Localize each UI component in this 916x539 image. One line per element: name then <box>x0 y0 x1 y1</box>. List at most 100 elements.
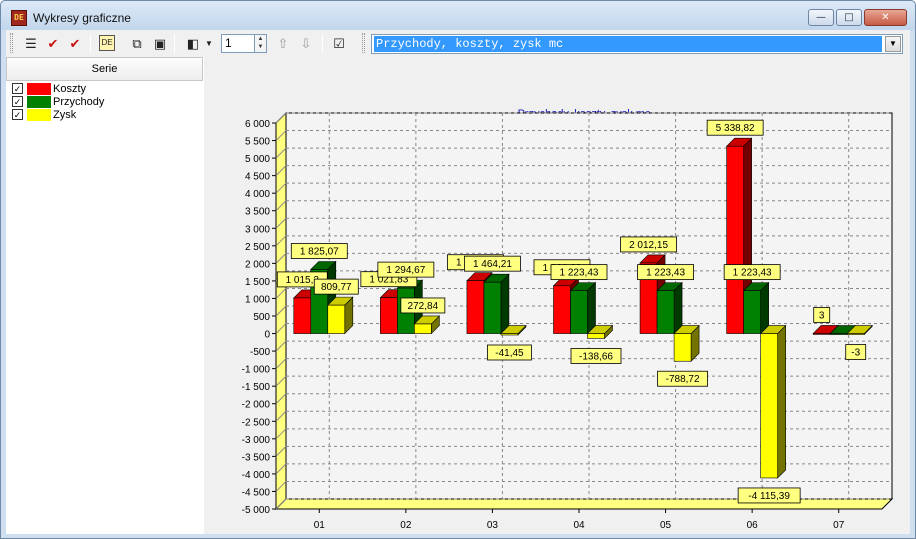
y-tick-label: 5 500 <box>245 137 270 148</box>
chart-selector-value[interactable]: Przychody, koszty, zysk mc <box>374 36 882 52</box>
de-icon[interactable]: DE <box>99 35 115 51</box>
series-panel: Serie ✓ Koszty ✓ Przychody ✓ Zysk <box>6 57 204 534</box>
x-tick-label: 06 <box>747 520 759 531</box>
check-icon[interactable]: ✔ <box>64 33 86 54</box>
series-color-swatch <box>27 96 51 108</box>
data-label: 809,77 <box>321 282 352 293</box>
window-title: Wykresy graficzne <box>33 11 131 25</box>
close-button[interactable]: ✕ <box>864 9 907 26</box>
series-spin-input[interactable]: 1 <box>221 34 255 53</box>
arrow-down-icon[interactable]: ⇩ <box>295 33 317 54</box>
chevron-down-icon[interactable]: ▼ <box>885 36 901 52</box>
bar <box>570 290 588 334</box>
series-item-koszty[interactable]: ✓ Koszty <box>10 83 200 96</box>
app-icon: DE <box>11 10 27 26</box>
bar <box>327 304 346 334</box>
series-checkbox[interactable]: ✓ <box>12 96 23 107</box>
maximize-button[interactable]: □ <box>836 9 862 26</box>
y-tick-label: 4 500 <box>245 172 270 183</box>
y-tick-label: 5 000 <box>245 154 270 165</box>
minimize-button[interactable]: — <box>808 9 834 26</box>
y-tick-label: -1 000 <box>242 365 271 376</box>
bar-side <box>777 324 786 479</box>
series-item-przychody[interactable]: ✓ Przychody <box>10 96 200 109</box>
chart-area: Przychody, koszty, zysk mc6 0005 5005 00… <box>204 57 910 534</box>
checklist-icon[interactable]: ☑ <box>328 33 350 54</box>
bar <box>726 145 744 334</box>
series-checkbox[interactable]: ✓ <box>12 83 23 94</box>
bar <box>812 333 831 335</box>
data-label: 1 825,07 <box>300 247 339 258</box>
bar <box>483 281 502 334</box>
series-header[interactable]: Serie <box>6 57 203 81</box>
bar-side <box>500 273 510 335</box>
bar <box>846 333 865 335</box>
data-label: 3 <box>819 310 825 321</box>
y-tick-label: 6 000 <box>245 119 270 130</box>
toolbar-grip[interactable] <box>10 33 13 53</box>
chart-selector-combo[interactable]: Przychody, koszty, zysk mc ▼ <box>371 34 903 54</box>
check-all-icon[interactable]: ✔ <box>42 33 64 54</box>
y-tick-label: -500 <box>250 347 270 358</box>
y-tick-label: 2 500 <box>245 242 270 253</box>
bar-side <box>673 281 683 335</box>
copy-icon[interactable]: ⧉ <box>126 33 148 54</box>
x-tick-label: 01 <box>314 520 326 531</box>
chart-type-dropdown-icon[interactable]: ▼ <box>202 33 216 54</box>
series-label: Przychody <box>53 96 105 108</box>
app-window: DE Wykresy graficzne — □ ✕ ☰ ✔ ✔ DE ⧉ ▣ … <box>0 0 916 539</box>
x-tick-label: 05 <box>660 520 672 531</box>
y-tick-label: -3 000 <box>242 435 271 446</box>
y-tick-label: -5 000 <box>242 505 271 516</box>
toolbar-separator <box>90 34 91 53</box>
bar <box>829 333 848 335</box>
title-bar[interactable]: DE Wykresy graficzne — □ ✕ <box>1 1 915 30</box>
y-tick-label: 3 500 <box>245 207 270 218</box>
data-label: 272,84 <box>408 301 439 312</box>
bar <box>414 323 432 334</box>
window-controls: — □ ✕ <box>808 9 907 26</box>
toolbar: ☰ ✔ ✔ DE ⧉ ▣ ◧ ▼ 1 ▲ ▼ ⇧ ⇩ ☑ Przychody, k… <box>6 30 910 57</box>
data-label: 2 012,15 <box>629 240 668 251</box>
y-tick-label: -1 500 <box>242 382 271 393</box>
data-label: 1 223,43 <box>560 268 599 279</box>
save-icon[interactable]: ▣ <box>149 33 171 54</box>
client-area: ☰ ✔ ✔ DE ⧉ ▣ ◧ ▼ 1 ▲ ▼ ⇧ ⇩ ☑ Przychody, k… <box>6 30 910 534</box>
series-color-swatch <box>27 83 51 95</box>
bar <box>380 297 398 334</box>
series-checkbox[interactable]: ✓ <box>12 109 23 120</box>
arrow-up-icon[interactable]: ⇧ <box>272 33 294 54</box>
y-tick-label: -4 500 <box>242 487 271 498</box>
data-label: -788,72 <box>666 374 700 385</box>
x-tick-label: 07 <box>833 520 845 531</box>
series-label: Zysk <box>53 109 77 121</box>
data-label: 1 223,43 <box>733 268 772 279</box>
bar-side <box>760 281 769 335</box>
y-tick-label: -2 500 <box>242 417 271 428</box>
y-tick-label: 2 000 <box>245 259 270 270</box>
data-label: -41,45 <box>495 348 524 359</box>
bar <box>500 333 519 336</box>
y-tick-label: 3 000 <box>245 224 270 235</box>
y-tick-label: 500 <box>253 312 270 323</box>
y-tick-label: 4 000 <box>245 189 270 200</box>
y-tick-label: -4 000 <box>242 470 271 481</box>
data-label: 1 464,21 <box>473 259 512 270</box>
bar <box>673 333 692 362</box>
data-label: -4 115,39 <box>748 491 790 502</box>
bar <box>760 333 778 479</box>
series-item-zysk[interactable]: ✓ Zysk <box>10 109 200 122</box>
chart-type-icon[interactable]: ◧ <box>182 33 204 54</box>
series-label: Koszty <box>53 83 87 95</box>
data-label: -138,66 <box>579 351 613 362</box>
y-tick-label: 0 <box>264 330 270 341</box>
list-icon[interactable]: ☰ <box>20 33 42 54</box>
y-tick-label: 1 000 <box>245 294 270 305</box>
spin-arrows-icon[interactable]: ▲ ▼ <box>254 34 267 53</box>
bar <box>587 333 605 339</box>
y-tick-label: -2 000 <box>242 400 271 411</box>
bar <box>656 290 675 334</box>
toolbar-grip[interactable] <box>362 33 365 53</box>
y-tick-label: 1 500 <box>245 277 270 288</box>
bar-side <box>587 281 596 335</box>
